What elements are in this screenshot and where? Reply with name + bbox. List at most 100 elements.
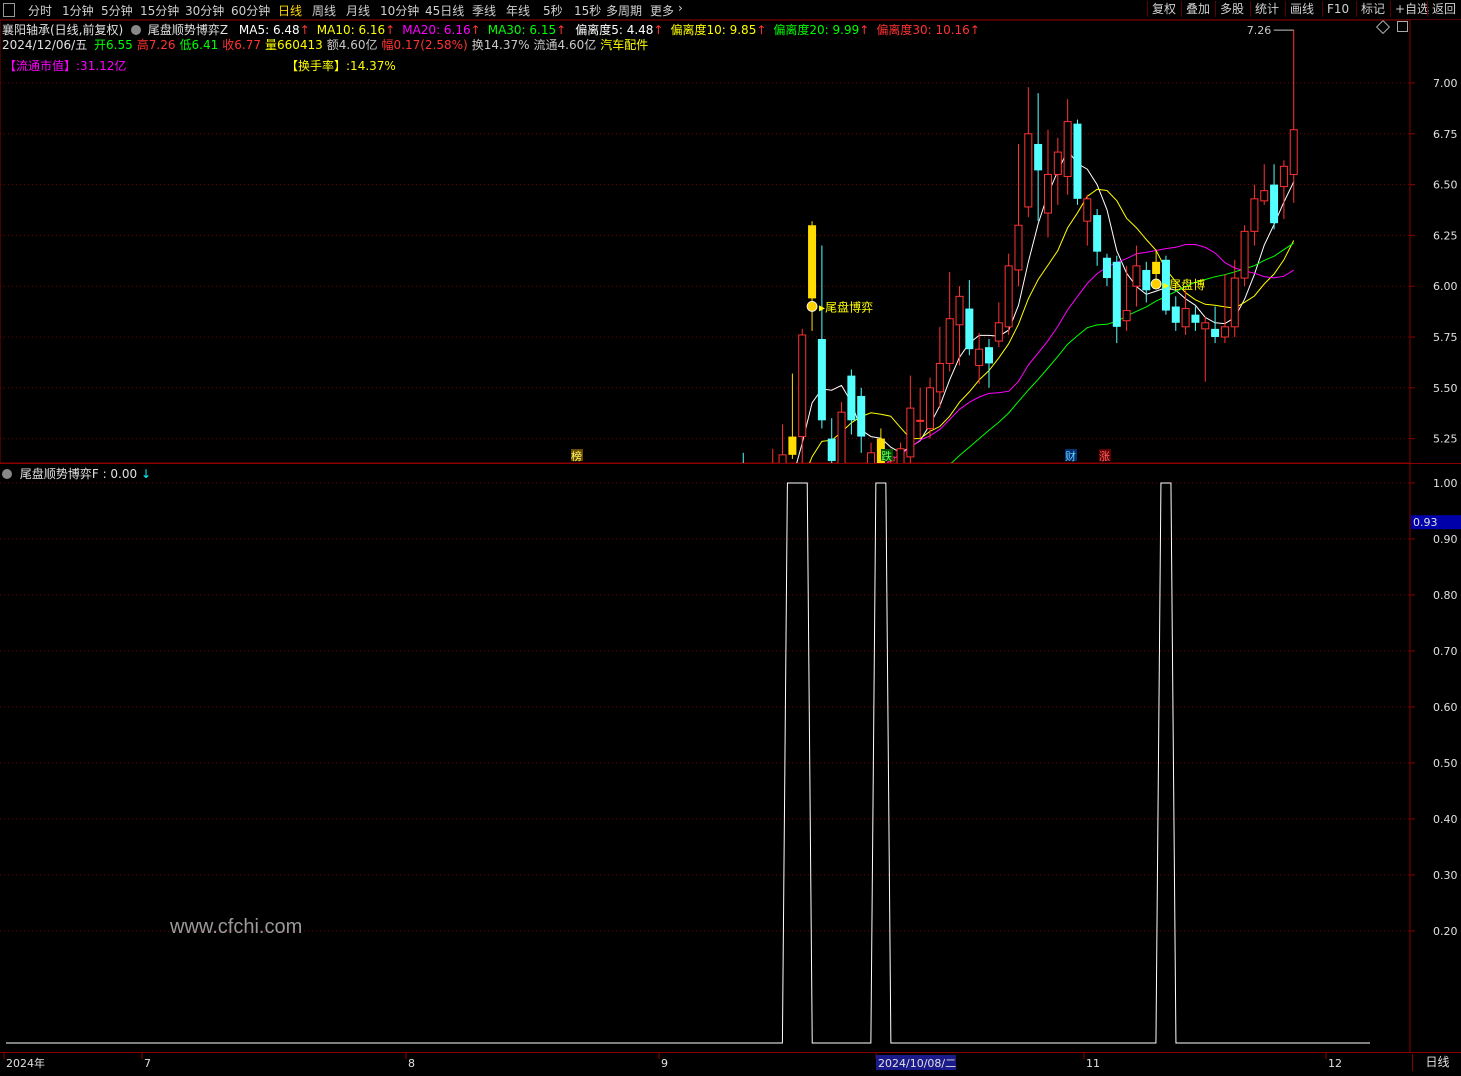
candle-body	[1034, 143, 1043, 171]
event-tag: 榜	[571, 449, 582, 463]
candle-body	[1201, 322, 1210, 330]
x-tick-label: 9	[661, 1057, 668, 1070]
candle-body	[1270, 184, 1279, 224]
tab-4[interactable]: 30分钟	[185, 2, 224, 19]
high-label: 7.26	[1247, 24, 1272, 37]
candle-body	[1250, 198, 1259, 232]
candle-body	[1260, 190, 1269, 202]
toolbar-button-3[interactable]: 统计	[1250, 1, 1283, 17]
candle-body	[817, 339, 826, 421]
candle-body	[1230, 277, 1239, 328]
toolbar-button-5[interactable]: F10	[1322, 1, 1353, 17]
candle-body	[1220, 326, 1229, 338]
y-tick-label: 5.75	[1433, 331, 1458, 344]
candle-body	[788, 436, 797, 455]
y-tick-label: 0.90	[1433, 533, 1458, 546]
indicator-chart[interactable]: 1.00 0.90 0.80 0.70 0.60 0.50 0.40 0.30 0.20 0.93	[0, 464, 1461, 1052]
candle-body	[1181, 308, 1190, 328]
tab-5[interactable]: 60分钟	[231, 2, 270, 19]
candle-body	[1043, 173, 1052, 214]
candle-body	[1171, 306, 1180, 323]
candle-body	[1122, 310, 1131, 322]
tab-8[interactable]: 月线	[346, 2, 370, 19]
tab-10[interactable]: 45日线	[425, 2, 464, 19]
event-tag: 财	[1065, 449, 1076, 463]
y-tick-label: 0.60	[1433, 701, 1458, 714]
tab-2[interactable]: 5分钟	[101, 2, 133, 19]
y-tick-label: 0.80	[1433, 589, 1458, 602]
candle-body	[945, 318, 954, 364]
candle-body	[1289, 129, 1298, 175]
toolbar-button-8[interactable]: 返回	[1427, 1, 1460, 17]
x-tick-label: 8	[408, 1057, 415, 1070]
candle-body	[1102, 257, 1111, 279]
money-bag-icon	[1150, 278, 1162, 290]
candle-body	[1053, 151, 1062, 175]
candle-body	[847, 375, 856, 421]
y-tick-label: 6.25	[1433, 229, 1458, 242]
y-tick-label: 0.30	[1433, 869, 1458, 882]
candle-body	[837, 411, 846, 464]
candle-body	[1024, 133, 1033, 208]
tab-11[interactable]: 季线	[472, 2, 496, 19]
y-tick-label: 0.70	[1433, 645, 1458, 658]
candle-body	[808, 225, 817, 299]
window-menu-icon[interactable]	[3, 3, 15, 17]
y-tick-label: 5.25	[1433, 433, 1458, 446]
candle-body	[1112, 261, 1121, 327]
candle-body	[985, 347, 993, 364]
candle-body	[1063, 121, 1072, 177]
x-tick-label: 2024年	[6, 1056, 45, 1070]
candle-body	[965, 308, 974, 350]
candle-body	[1191, 314, 1200, 323]
toolbar-button-6[interactable]: 标记	[1356, 1, 1389, 17]
tab-12[interactable]: 年线	[506, 2, 530, 19]
toolbar-button-2[interactable]: 多股	[1215, 1, 1248, 17]
period-toolbar: 分时 1分钟 5分钟 15分钟 30分钟 60分钟 日线 周线 月线 10分钟 45日线 季线 年线 5秒…	[0, 0, 1461, 20]
event-tag: 涨	[1099, 450, 1110, 463]
candle-body	[798, 334, 807, 438]
candle-body	[916, 419, 925, 422]
candle-body	[1279, 165, 1288, 188]
tab-13[interactable]: 5秒	[543, 2, 563, 19]
candle-body	[1152, 261, 1161, 275]
candle-body	[1142, 269, 1151, 291]
tab-15[interactable]: 多周期	[606, 2, 642, 19]
period-indicator[interactable]: 日线	[1412, 1054, 1461, 1071]
candle-body	[1211, 328, 1220, 337]
x-tick-label: 11	[1086, 1057, 1100, 1070]
tab-16[interactable]: 更多	[650, 2, 674, 19]
ma-line-ma5	[795, 149, 1295, 464]
candle-body	[1073, 123, 1082, 199]
y-tick-label: 0.20	[1433, 925, 1458, 938]
toolbar-button-4[interactable]: 画线	[1285, 1, 1318, 17]
candle-body	[1014, 224, 1023, 271]
y-tick-label: 6.50	[1433, 179, 1458, 192]
toolbar-button-0[interactable]: 复权	[1147, 1, 1180, 17]
highlight-value: 0.93	[1413, 516, 1438, 529]
candle-body	[1083, 198, 1092, 222]
watermark: www.cfchi.com	[170, 916, 303, 938]
more-chevron-icon[interactable]: ›	[678, 1, 683, 15]
event-tag: 跌	[881, 449, 892, 463]
y-tick-label: 5.50	[1433, 382, 1458, 395]
toolbar-button-1[interactable]: 叠加	[1181, 1, 1214, 17]
y-tick-label: 0.50	[1433, 757, 1458, 770]
tab-7[interactable]: 周线	[312, 2, 336, 19]
candle-body	[1240, 230, 1249, 279]
tab-6[interactable]: 日线	[278, 2, 302, 19]
candlestick-chart[interactable]: 7.006.756.506.256.005.755.505.255.004.75…	[0, 20, 1461, 464]
tab-9[interactable]: 10分钟	[380, 2, 419, 19]
candle-body	[827, 438, 836, 461]
tab-0[interactable]: 分时	[28, 2, 52, 19]
signal-label: ▸尾盘博	[1163, 277, 1205, 292]
date-axis-ticks: 2024年 7 8 9 2024/10/08/二 11 12	[3, 1053, 1342, 1070]
candle-body	[1132, 265, 1141, 287]
tab-3[interactable]: 15分钟	[140, 2, 179, 19]
signal-label: ▸尾盘博弈	[819, 299, 873, 314]
y-tick-label: 6.75	[1433, 128, 1458, 141]
tab-14[interactable]: 15秒	[574, 2, 601, 19]
candle-body	[926, 387, 935, 429]
x-tick-label: 12	[1328, 1057, 1342, 1070]
tab-1[interactable]: 1分钟	[62, 2, 94, 19]
